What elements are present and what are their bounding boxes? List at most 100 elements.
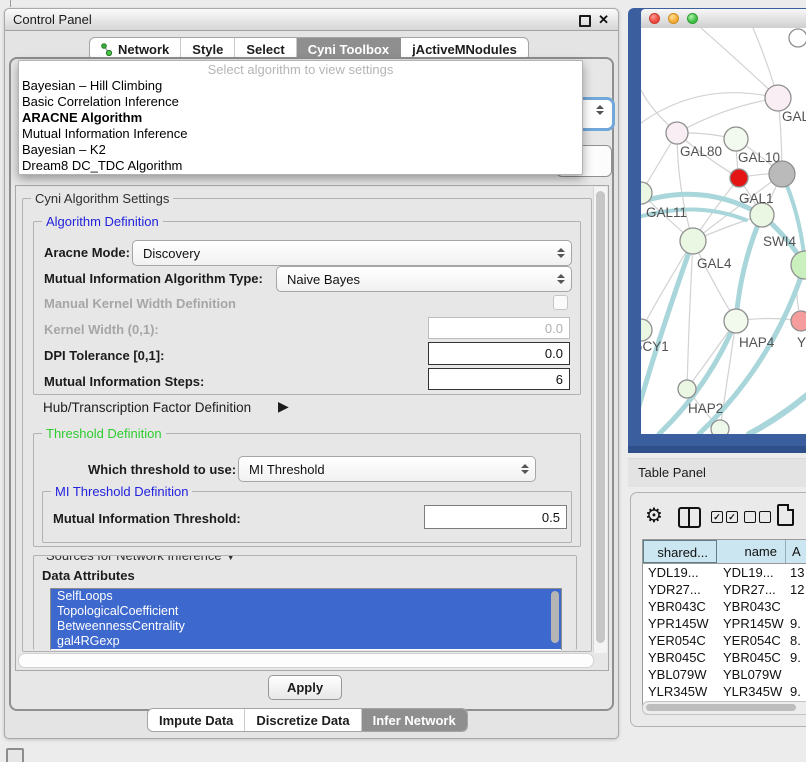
group-title: Cyni Algorithm Settings — [31, 191, 173, 206]
network-node[interactable] — [791, 311, 806, 331]
algorithm-option[interactable]: Bayesian – K2 — [19, 142, 582, 158]
export-table-icon[interactable] — [777, 504, 794, 526]
network-canvas[interactable]: GALGAL80GAL10GAL1SWI4GAL11GAL4GCY1HAP4YH… — [641, 28, 806, 434]
network-node[interactable] — [666, 122, 688, 144]
aracne-mode-label: Aracne Mode: — [44, 245, 130, 260]
table-row[interactable]: YDL19...YDL19...13 — [643, 564, 806, 581]
cyni-algorithm-settings-group: Cyni Algorithm Settings Algorithm Defini… — [22, 198, 592, 652]
network-node[interactable] — [750, 203, 774, 227]
algorithm-option[interactable]: Dream8 DC_TDC Algorithm — [19, 158, 582, 174]
table-row[interactable]: YBL079WYBL079W — [643, 666, 806, 683]
data-attribute-item[interactable]: TopologicalCoefficient — [51, 604, 561, 619]
table-row[interactable]: YPR145WYPR145W9. — [643, 615, 806, 632]
data-attribute-item[interactable]: gal4RGexp — [51, 634, 561, 649]
mi-threshold-definition-group: MI Threshold Definition Mutual Informati… — [42, 491, 572, 543]
float-window-icon[interactable] — [579, 15, 591, 27]
network-node[interactable] — [765, 85, 791, 111]
network-node[interactable] — [789, 29, 806, 47]
network-node[interactable] — [678, 380, 696, 398]
tab-label: Select — [246, 42, 284, 57]
data-attribute-item[interactable]: SelfLoops — [51, 589, 561, 604]
scrollbar-thumb[interactable] — [646, 704, 796, 711]
mi-algorithm-type-combo[interactable]: Naive Bayes — [276, 266, 572, 292]
control-panel-titlebar[interactable]: Control Panel ✕ — [5, 9, 618, 31]
network-node[interactable] — [641, 319, 652, 341]
manual-kernel-checkbox[interactable] — [553, 295, 568, 310]
network-node[interactable] — [791, 251, 806, 279]
data-attribute-item[interactable]: BetweennessCentrality — [51, 619, 561, 634]
list-scrollbar-thumb[interactable] — [551, 591, 559, 643]
tab-impute-data[interactable]: Impute Data — [148, 709, 245, 731]
mi-threshold-field[interactable]: 0.5 — [424, 505, 567, 529]
collapse-down-icon[interactable]: ▼ — [225, 555, 236, 563]
close-icon[interactable]: ✕ — [598, 12, 609, 28]
column-header[interactable]: shared... — [643, 540, 717, 563]
table-cell: YPR145W — [643, 615, 717, 632]
minimize-traffic-light-icon[interactable] — [668, 13, 679, 24]
algorithm-option[interactable]: Bayesian – Hill Climbing — [19, 78, 582, 94]
tab-label: Cyni Toolbox — [308, 42, 389, 57]
table-cell: YER054C — [717, 632, 786, 649]
table-cell: YDL19... — [717, 564, 786, 581]
vertical-scrollbar[interactable] — [593, 187, 607, 653]
algorithm-option[interactable]: Basic Correlation Inference — [19, 94, 582, 110]
algorithm-option[interactable]: ARACNE Algorithm — [19, 110, 582, 126]
mi-algorithm-type-label: Mutual Information Algorithm Type: — [44, 271, 263, 286]
network-node[interactable] — [724, 309, 748, 333]
node-label: GAL1 — [739, 191, 774, 206]
cyni-bottom-tabbar: Impute Data Discretize Data Infer Networ… — [147, 708, 468, 732]
deselect-all-columns-icon[interactable] — [744, 511, 771, 523]
table-cell: YPR145W — [717, 615, 786, 632]
aracne-mode-combo[interactable]: Discovery — [132, 240, 572, 266]
apply-button[interactable]: Apply — [268, 675, 342, 700]
node-label: Y — [797, 335, 806, 350]
table-panel-bar: Table Panel — [628, 458, 806, 487]
table-row[interactable]: YBR043CYBR043C — [643, 598, 806, 615]
which-threshold-combo[interactable]: MI Threshold — [238, 456, 536, 482]
table-cell: 13 — [786, 564, 806, 581]
tab-label: Impute Data — [159, 713, 233, 728]
combo-spinner-icon — [553, 274, 569, 284]
network-icon — [101, 43, 113, 56]
select-all-columns-icon[interactable]: ✓ ✓ — [711, 511, 738, 523]
network-edge — [687, 241, 693, 389]
table-cell: 9. — [786, 615, 806, 632]
sources-title: Sources for Network Inference ▼ — [42, 555, 240, 563]
scrollbar-thumb[interactable] — [596, 191, 605, 643]
table-horizontal-scrollbar[interactable] — [642, 701, 806, 715]
expand-right-icon[interactable]: ▶ — [278, 398, 289, 415]
network-node[interactable] — [724, 127, 748, 151]
node-label: GCY1 — [641, 339, 669, 354]
network-node[interactable] — [730, 169, 748, 187]
close-traffic-light-icon[interactable] — [649, 13, 660, 24]
network-view-window[interactable]: GALGAL80GAL10GAL1SWI4GAL11GAL4GCY1HAP4YH… — [628, 8, 806, 453]
collapsed-panel-icon[interactable] — [6, 748, 24, 762]
table-row[interactable]: YLR345WYLR345W9. — [643, 683, 806, 700]
columns-icon[interactable] — [678, 507, 701, 528]
tab-infer-network[interactable]: Infer Network — [362, 709, 467, 731]
network-node[interactable] — [711, 420, 729, 434]
dpi-tolerance-field[interactable]: 0.0 — [428, 342, 570, 365]
horizontal-scrollbar[interactable] — [18, 653, 594, 668]
unchecked-box-icon — [759, 511, 771, 523]
table-cell: YDR27... — [643, 581, 717, 598]
manual-kernel-label: Manual Kernel Width Definition — [44, 296, 236, 311]
control-panel-window: Control Panel ✕ Network Style Select Cyn… — [4, 8, 619, 739]
network-window-titlebar[interactable] — [641, 9, 806, 29]
column-header[interactable]: A — [786, 540, 806, 563]
mi-steps-field[interactable]: 6 — [428, 368, 570, 390]
column-header[interactable]: name — [717, 540, 786, 563]
threshold-definition-title: Threshold Definition — [42, 426, 166, 441]
node-label: SWI4 — [763, 234, 796, 249]
tab-discretize-data[interactable]: Discretize Data — [245, 709, 361, 731]
table-panel-title: Table Panel — [638, 465, 706, 480]
gear-icon[interactable]: ⚙ — [645, 503, 663, 528]
table-row[interactable]: YDR27...YDR27...12 — [643, 581, 806, 598]
kernel-width-field[interactable]: 0.0 — [428, 317, 570, 339]
table-row[interactable]: YER054CYER054C8. — [643, 632, 806, 649]
screen: Control Panel ✕ Network Style Select Cyn… — [0, 0, 806, 762]
network-node[interactable] — [680, 228, 706, 254]
algorithm-option[interactable]: Mutual Information Inference — [19, 126, 582, 142]
zoom-traffic-light-icon[interactable] — [687, 13, 698, 24]
table-row[interactable]: YBR045CYBR045C9. — [643, 649, 806, 666]
